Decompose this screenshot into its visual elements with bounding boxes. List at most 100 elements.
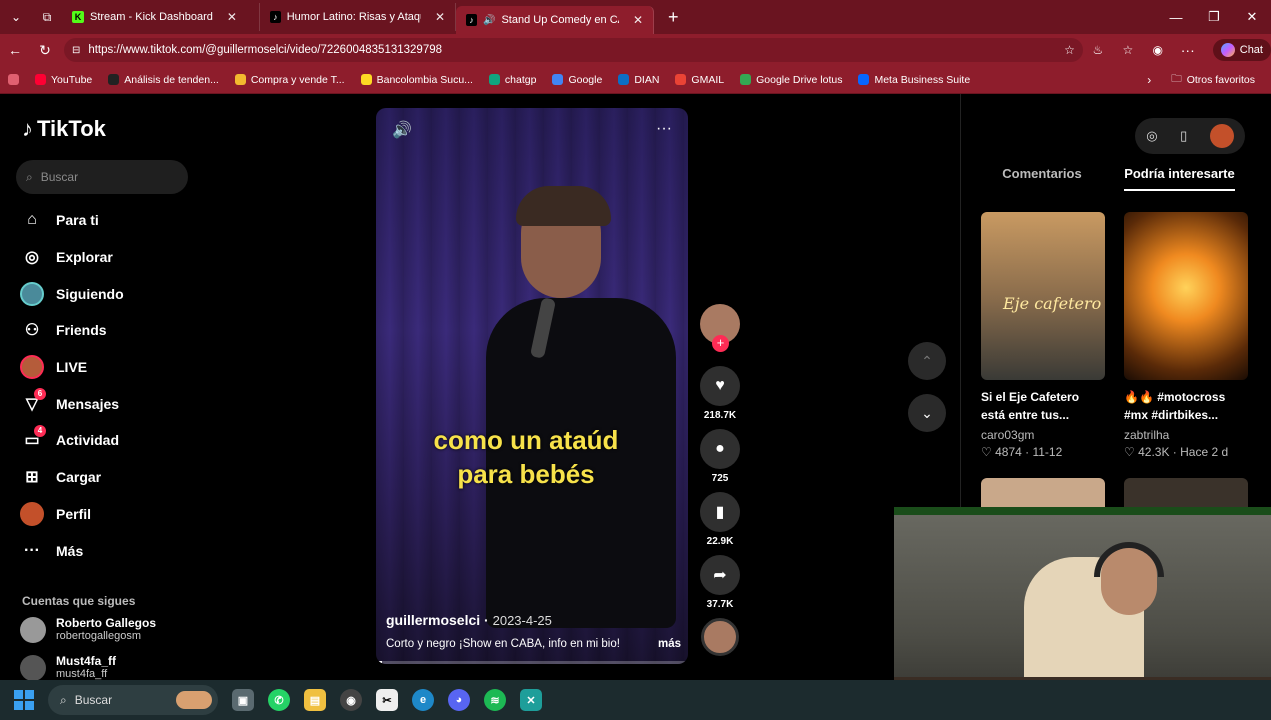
close-window-icon[interactable]: ✕ <box>1233 9 1271 25</box>
video-username[interactable]: guillermoselci <box>386 612 480 628</box>
sidebar-item-mas[interactable]: ··· Más <box>20 532 124 569</box>
maximize-icon[interactable]: ❐ <box>1195 9 1233 25</box>
video-player[interactable]: como un ataúd para bebés 🔊 ··· guillermo… <box>376 108 688 664</box>
suggested-video-card[interactable]: 🔥🔥 #motocross #mx #dirtbikes... zabtrilh… <box>1124 212 1248 459</box>
more-link[interactable]: más <box>658 638 681 650</box>
edge-icon[interactable]: e <box>412 689 434 711</box>
sidebar-item-para-ti[interactable]: ⌂ Para ti <box>20 202 124 239</box>
bookmark-meta-business[interactable]: Meta Business Suite <box>858 74 970 86</box>
bookmark-chatgp[interactable]: chatgp <box>488 74 536 86</box>
bookmark-compra-vende[interactable]: Compra y vende T... <box>234 74 345 86</box>
bookmark-bancolombia[interactable]: Bancolombia Sucu... <box>360 74 473 86</box>
bookmark-label: DIAN <box>634 73 660 86</box>
video-thumbnail[interactable]: Eje cafetero <box>981 212 1105 380</box>
back-icon[interactable]: ← <box>0 42 30 58</box>
obs-icon[interactable]: ◉ <box>340 689 362 711</box>
share-icon[interactable]: ➦ <box>700 555 740 595</box>
sidebar-item-cargar[interactable]: ⊞ Cargar <box>20 459 124 496</box>
video-progress-bar[interactable] <box>376 661 688 664</box>
like-action[interactable]: ♥ 218.7K <box>698 366 742 421</box>
tab-comentarios[interactable]: Comentarios <box>1002 166 1081 191</box>
whatsapp-icon[interactable]: ✆ <box>268 689 290 711</box>
extensions-icon[interactable]: ♨ <box>1083 43 1113 57</box>
card-title: Si el Eje Cafetero está entre tus... <box>981 390 1080 422</box>
sidebar-item-friends[interactable]: ⚇ Friends <box>20 312 124 349</box>
profile-icon[interactable]: ◉ <box>1143 43 1173 57</box>
bookmark-dian[interactable]: DIAN <box>618 74 659 86</box>
music-disc-avatar[interactable] <box>701 618 739 656</box>
capcut-icon[interactable]: ✂ <box>376 689 398 711</box>
creator-avatar[interactable]: + <box>700 304 740 352</box>
device-icon[interactable]: ▯ <box>1180 128 1187 144</box>
comment-icon[interactable]: ● <box>700 429 740 469</box>
like-count: 218.7K <box>703 410 737 421</box>
close-tab-icon[interactable]: ✕ <box>227 10 237 24</box>
chevron-right-icon[interactable]: › <box>1147 73 1151 87</box>
windows-start-icon[interactable] <box>14 690 34 710</box>
discord-icon[interactable]: ◕ <box>448 689 470 711</box>
save-action[interactable]: ▮ 22.9K <box>698 492 742 547</box>
tab-kick-dashboard[interactable]: K Stream - Kick Dashboard ✕ <box>62 3 260 31</box>
sidebar-item-actividad[interactable]: ▭ 4 Actividad <box>20 422 124 459</box>
previous-video-button[interactable]: ⌃ <box>908 342 946 380</box>
live-avatar-icon <box>20 355 44 380</box>
binance-icon <box>234 74 246 85</box>
volume-icon[interactable]: 🔊 <box>392 120 412 140</box>
sidebar-item-mensajes[interactable]: ▽ 6 Mensajes <box>20 385 124 422</box>
following-account[interactable]: Must4fa_ff must4fa_ff <box>20 654 116 681</box>
speaker-icon[interactable]: 🔊 <box>483 15 495 26</box>
sidebar-item-siguiendo[interactable]: Siguiendo <box>20 275 124 312</box>
workspaces-icon[interactable]: ⧉ <box>32 10 62 25</box>
tab-podria-interesarte[interactable]: Podría interesarte <box>1124 166 1235 191</box>
video-thumbnail[interactable] <box>1124 212 1248 380</box>
tab-stand-up-comedy[interactable]: ♪ 🔊 Stand Up Comedy en CABA: S ✕ <box>456 6 654 34</box>
follow-plus-icon[interactable]: + <box>712 335 729 352</box>
xbox-icon[interactable]: ✕ <box>520 689 542 711</box>
bookmark-google[interactable]: Google <box>552 74 602 86</box>
more-options-icon[interactable]: ··· <box>656 120 672 140</box>
taskbar-search[interactable]: ⌕ Buscar <box>48 685 218 715</box>
sidebar-item-perfil[interactable]: Perfil <box>20 496 124 533</box>
sidebar-item-explorar[interactable]: ◎ Explorar <box>20 239 124 276</box>
bookmark-gmail[interactable]: GMAIL <box>675 74 724 86</box>
copilot-chat-button[interactable]: Chat <box>1212 39 1271 61</box>
following-account[interactable]: Roberto Gallegos robertogallegosm <box>20 616 156 643</box>
close-tab-icon[interactable]: ✕ <box>633 13 643 27</box>
bookmark-youtube[interactable]: YouTube <box>35 74 92 86</box>
address-toolbar: ← ↻ ⊟ https://www.tiktok.com/@guillermos… <box>0 34 1271 66</box>
suggested-video-card[interactable]: Eje cafetero Si el Eje Cafetero está ent… <box>981 212 1105 459</box>
url-field[interactable]: ⊟ https://www.tiktok.com/@guillermoselci… <box>63 38 1083 62</box>
tab-label: Stand Up Comedy en CABA: S <box>501 14 618 26</box>
compass-small-icon[interactable]: ◎ <box>1146 128 1157 144</box>
menu-dots-icon[interactable]: ··· <box>1173 42 1203 58</box>
search-input[interactable]: ⌕ Buscar <box>16 160 188 194</box>
reload-icon[interactable]: ↻ <box>30 42 60 59</box>
spotify-icon[interactable]: ≋ <box>484 689 506 711</box>
reading-list-icon[interactable] <box>8 74 19 85</box>
tab-humor-latino[interactable]: ♪ Humor Latino: Risas y Ataques Esp ✕ <box>260 3 456 31</box>
task-view-icon[interactable]: ▣ <box>232 689 254 711</box>
bookmark-google-drive[interactable]: Google Drive lotus <box>740 74 842 86</box>
user-avatar[interactable] <box>1209 124 1234 148</box>
tab-list-chevron-icon[interactable]: ⌄ <box>0 10 32 24</box>
site-info-icon[interactable]: ⊟ <box>72 45 80 56</box>
next-video-button[interactable]: ⌄ <box>908 394 946 432</box>
other-bookmarks[interactable]: 🗀 Otros favoritos <box>1171 71 1255 89</box>
minimize-icon[interactable]: — <box>1157 10 1195 25</box>
tiktok-logo[interactable]: ♪ TikTok <box>22 116 106 142</box>
new-tab-button[interactable]: + <box>668 7 679 28</box>
bookmark-tendencias[interactable]: Análisis de tenden... <box>108 74 219 86</box>
file-explorer-icon[interactable]: ▤ <box>304 689 326 711</box>
comment-action[interactable]: ● 725 <box>698 429 742 484</box>
share-action[interactable]: ➦ 37.7K <box>698 555 742 610</box>
sidebar-item-live[interactable]: LIVE <box>20 349 124 386</box>
card-username[interactable]: zabtrilha <box>1124 428 1248 442</box>
heart-icon[interactable]: ♥ <box>700 366 740 406</box>
chat-label: Chat <box>1239 44 1263 56</box>
card-username[interactable]: caro03gm <box>981 428 1105 442</box>
bookmark-icon[interactable]: ▮ <box>700 492 740 532</box>
favorite-star-icon[interactable]: ☆ <box>1064 43 1075 57</box>
close-tab-icon[interactable]: ✕ <box>435 10 445 24</box>
copilot-icon <box>1220 43 1235 57</box>
favorites-icon[interactable]: ☆ <box>1113 43 1143 57</box>
